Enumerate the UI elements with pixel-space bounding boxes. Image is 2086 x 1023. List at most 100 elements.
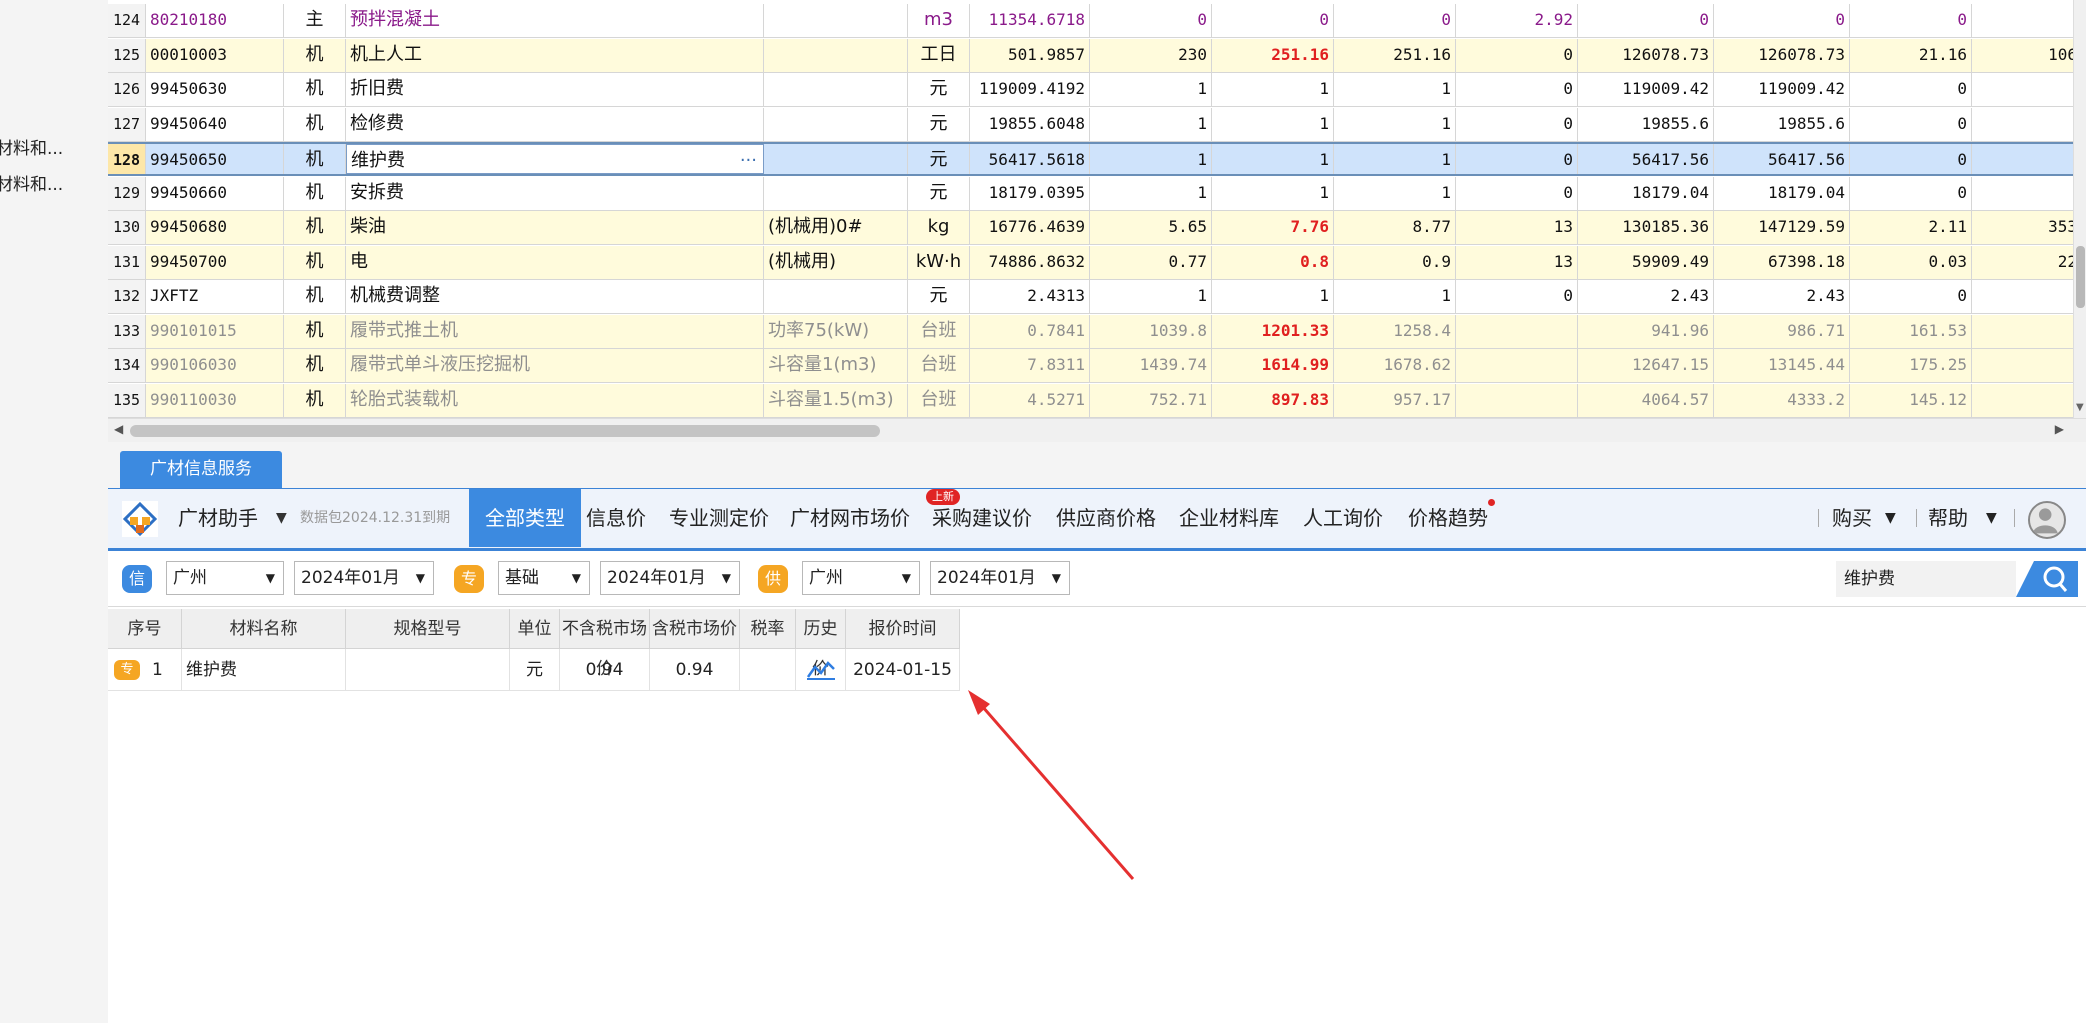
cell-code[interactable]: 99450700 bbox=[146, 245, 284, 279]
cell-diff[interactable]: 0 bbox=[1850, 107, 1972, 141]
cell-num[interactable]: 135 bbox=[108, 383, 146, 417]
brand-caret-icon[interactable]: ▼ bbox=[276, 489, 287, 547]
cell-num[interactable]: 131 bbox=[108, 245, 146, 279]
cell-qty[interactable]: 19855.6048 bbox=[970, 107, 1090, 141]
cell-num[interactable]: 125 bbox=[108, 38, 146, 72]
cell-unit[interactable]: 元 bbox=[908, 107, 970, 141]
result-cell-hist[interactable] bbox=[796, 649, 846, 691]
cell-diff[interactable]: 0 bbox=[1850, 176, 1972, 210]
cell-spec[interactable]: (机械用) bbox=[764, 245, 908, 279]
cell-unit[interactable]: 台班 bbox=[908, 383, 970, 417]
cell-spec[interactable]: 功率75(kW) bbox=[764, 314, 908, 348]
cell-diff[interactable]: 0 bbox=[1850, 280, 1972, 313]
cell-p2[interactable]: 1 bbox=[1212, 144, 1334, 174]
cell-diff[interactable]: 0 bbox=[1850, 4, 1972, 37]
cell-unit[interactable]: 元 bbox=[908, 144, 970, 174]
cell-t2[interactable]: 56417.56 bbox=[1714, 144, 1850, 174]
cell-t1[interactable]: 0 bbox=[1578, 4, 1714, 37]
cell-t2[interactable]: 0 bbox=[1714, 4, 1850, 37]
cell-unit[interactable]: m3 bbox=[908, 4, 970, 37]
scroll-down-arrow-icon[interactable]: ▼ bbox=[2076, 402, 2084, 413]
cell-t1[interactable]: 18179.04 bbox=[1578, 176, 1714, 210]
horizontal-scroll-thumb[interactable] bbox=[130, 425, 880, 437]
cell-p1[interactable]: 0.77 bbox=[1090, 245, 1212, 279]
table-row[interactable]: 128 99450650 机维护费 ··· 元 56417.5618 1 1 1 0 56417.5… bbox=[108, 142, 2073, 176]
cell-name[interactable]: 机械费调整 bbox=[346, 280, 764, 313]
region-select-1[interactable]: 广州 ▼ bbox=[166, 561, 284, 595]
cell-spec[interactable] bbox=[764, 144, 908, 174]
cell-p1[interactable]: 1 bbox=[1090, 73, 1212, 106]
cell-unit[interactable]: kW·h bbox=[908, 245, 970, 279]
cell-type[interactable]: 机 bbox=[284, 144, 346, 174]
cell-qty[interactable]: 11354.6718 bbox=[970, 4, 1090, 37]
cell-tax[interactable]: 0 bbox=[1456, 73, 1578, 106]
cell-spec[interactable] bbox=[764, 176, 908, 210]
cell-p1[interactable]: 752.71 bbox=[1090, 383, 1212, 417]
cell-t1[interactable]: 12647.15 bbox=[1578, 349, 1714, 382]
cell-t2[interactable]: 119009.42 bbox=[1714, 73, 1850, 106]
cell-qty[interactable]: 501.9857 bbox=[970, 38, 1090, 72]
cell-name[interactable]: 机上人工 bbox=[346, 38, 764, 72]
cell-type[interactable]: 机 bbox=[284, 211, 346, 244]
cell-p1[interactable]: 1439.74 bbox=[1090, 349, 1212, 382]
cell-spec[interactable] bbox=[764, 38, 908, 72]
cell-p3[interactable]: 8.77 bbox=[1334, 211, 1456, 244]
table-row[interactable]: 131 99450700 机电 (机械用) kW·h 74886.8632 0.77 0.8 0… bbox=[108, 245, 2073, 280]
cell-num[interactable]: 127 bbox=[108, 107, 146, 141]
cell-qty[interactable]: 56417.5618 bbox=[970, 144, 1090, 174]
buy-menu[interactable]: 购买 bbox=[1832, 489, 1872, 547]
cell-unit[interactable]: 元 bbox=[908, 176, 970, 210]
column-header[interactable]: 含税市场价 bbox=[650, 609, 740, 649]
cell-num[interactable]: 128 bbox=[108, 144, 146, 174]
cell-tax[interactable]: 0 bbox=[1456, 38, 1578, 72]
cell-extra[interactable] bbox=[1972, 144, 2073, 174]
cell-code[interactable]: 99450660 bbox=[146, 176, 284, 210]
column-header[interactable]: 规格型号 bbox=[346, 609, 510, 649]
cell-spec[interactable] bbox=[764, 73, 908, 106]
cell-extra[interactable] bbox=[1972, 73, 2073, 106]
cell-p3[interactable]: 0.9 bbox=[1334, 245, 1456, 279]
cell-extra[interactable] bbox=[1972, 177, 2073, 210]
table-row[interactable]: 134 990106030 机履带式单斗液压挖掘机 斗容量1(m3) 台班 7.8311 1… bbox=[108, 349, 2073, 383]
cell-p1[interactable]: 230 bbox=[1090, 38, 1212, 72]
cell-p3[interactable]: 957.17 bbox=[1334, 383, 1456, 417]
cell-code[interactable]: 990101015 bbox=[146, 314, 284, 348]
horizontal-scrollbar[interactable]: ◀ ▶ bbox=[108, 418, 2086, 443]
cell-tax[interactable]: 2.92 bbox=[1456, 4, 1578, 37]
cell-type[interactable]: 机 bbox=[284, 73, 346, 106]
cell-t1[interactable]: 119009.42 bbox=[1578, 73, 1714, 106]
cell-qty[interactable]: 0.7841 bbox=[970, 314, 1090, 348]
search-button[interactable] bbox=[2016, 561, 2078, 597]
cell-t2[interactable]: 147129.59 bbox=[1714, 211, 1850, 244]
cell-p2[interactable]: 0.8 bbox=[1212, 245, 1334, 279]
cell-type[interactable]: 机 bbox=[284, 383, 346, 417]
cell-qty[interactable]: 2.4313 bbox=[970, 280, 1090, 313]
tab-guangcai-info[interactable]: 广材信息服务 bbox=[120, 451, 282, 488]
cell-p3[interactable]: 1 bbox=[1334, 280, 1456, 313]
cell-unit[interactable]: 元 bbox=[908, 73, 970, 106]
cell-diff[interactable]: 21.16 bbox=[1850, 38, 1972, 72]
cell-type[interactable]: 机 bbox=[284, 176, 346, 210]
cell-extra[interactable] bbox=[1972, 280, 2073, 313]
cell-code[interactable]: JXFTZ bbox=[146, 280, 284, 313]
cell-p1[interactable]: 0 bbox=[1090, 4, 1212, 37]
cell-p2[interactable]: 1 bbox=[1212, 107, 1334, 141]
cell-num[interactable]: 130 bbox=[108, 211, 146, 244]
cell-qty[interactable]: 74886.8632 bbox=[970, 245, 1090, 279]
cell-code[interactable]: 99450650 bbox=[146, 144, 284, 174]
cell-num[interactable]: 129 bbox=[108, 176, 146, 210]
cell-tax[interactable]: 0 bbox=[1456, 144, 1578, 174]
cell-p1[interactable]: 1 bbox=[1090, 107, 1212, 141]
column-header[interactable]: 材料名称 bbox=[182, 609, 346, 649]
cell-qty[interactable]: 119009.4192 bbox=[970, 73, 1090, 106]
cell-name[interactable]: 维护费 ··· bbox=[346, 144, 764, 174]
cell-code[interactable]: 99450680 bbox=[146, 211, 284, 244]
cell-type[interactable]: 机 bbox=[284, 314, 346, 348]
nav-info-price[interactable]: 信息价 bbox=[586, 489, 646, 547]
cell-type[interactable]: 机 bbox=[284, 245, 346, 279]
cell-p2[interactable]: 1 bbox=[1212, 280, 1334, 313]
column-header[interactable]: 历史价 bbox=[796, 609, 846, 679]
cell-code[interactable]: 99450640 bbox=[146, 107, 284, 141]
cell-diff[interactable]: 0 bbox=[1850, 73, 1972, 106]
help-menu[interactable]: 帮助 bbox=[1928, 489, 1968, 547]
